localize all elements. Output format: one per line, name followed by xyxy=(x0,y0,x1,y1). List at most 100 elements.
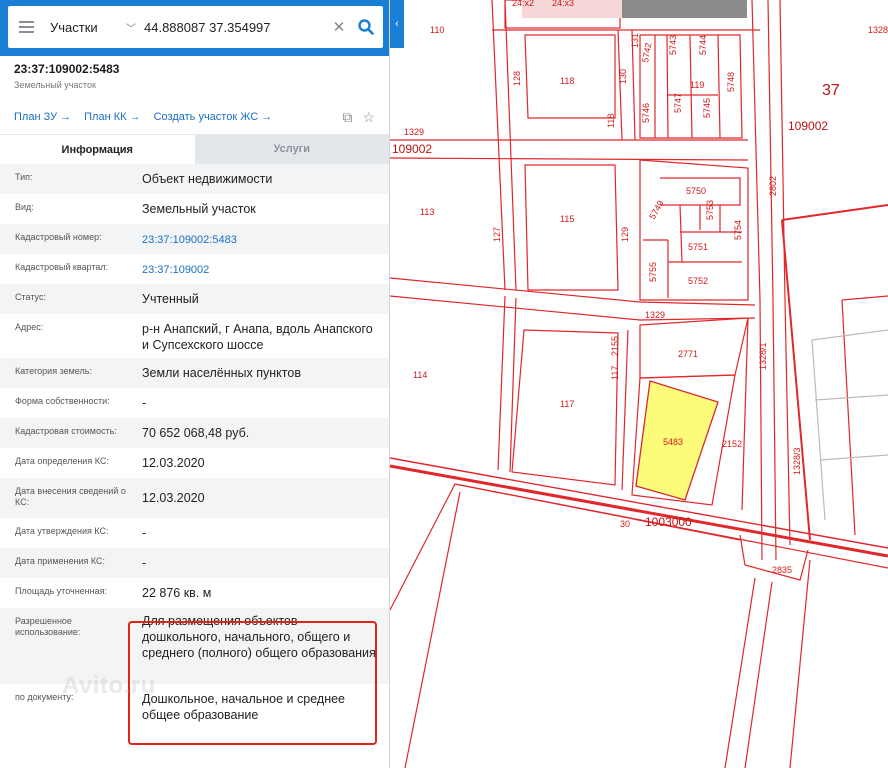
document-search-icon[interactable]: ⧉ xyxy=(342,109,352,126)
tab-services[interactable]: Услуги xyxy=(194,134,389,164)
map-label: 24:x3 xyxy=(552,0,574,8)
map-label: 5754 xyxy=(733,220,743,240)
property-label: Площадь уточненная: xyxy=(15,586,107,596)
map-label: 118 xyxy=(606,114,616,128)
property-label: Дата утверждения КС: xyxy=(15,526,109,536)
map-label: 5743 xyxy=(668,35,678,55)
map-label: 5753 xyxy=(705,200,715,220)
map-label: 1329 xyxy=(645,310,665,320)
map-road-edge xyxy=(744,581,773,768)
action-links: План ЗУ → План КК → Создать участок ЖС →… xyxy=(0,100,389,134)
map-label: 117 xyxy=(560,399,574,409)
map-label: 119 xyxy=(690,80,704,90)
plan-kk-link[interactable]: План КК → xyxy=(84,111,140,123)
property-row: по документу: Дошкольное, начальное и сре… xyxy=(0,684,389,760)
chevron-down-icon: ﹀ xyxy=(126,23,136,35)
property-value: Учтенный xyxy=(142,292,199,306)
map-road-edge xyxy=(497,295,506,471)
map-boundary xyxy=(781,204,888,221)
map-road-edge xyxy=(639,301,756,306)
search-input[interactable] xyxy=(144,6,329,48)
map-road-edge xyxy=(767,0,777,561)
map-label: 1329 xyxy=(404,127,424,137)
map-label: 1328 xyxy=(868,25,888,35)
property-row: Категория земель: Земли населённых пункто… xyxy=(0,358,389,388)
map-parcel[interactable] xyxy=(639,317,749,379)
map-parcel[interactable] xyxy=(524,164,619,291)
property-row: Площадь уточненная: 22 876 кв. м xyxy=(0,578,389,608)
search-icon xyxy=(358,19,374,35)
object-info-panel: Участки ﹀ ✕ 23:37:109002:5483 Земельный … xyxy=(0,0,390,768)
map-label: 5752 xyxy=(688,276,708,286)
search-button[interactable] xyxy=(349,19,383,35)
property-value: Объект недвижимости xyxy=(142,172,273,186)
cadastral-quarter-link[interactable]: 23:37:109002 xyxy=(128,254,389,284)
property-label: Форма собственности: xyxy=(15,396,110,406)
star-icon[interactable]: ☆ xyxy=(362,109,375,126)
map-label: 1003000 xyxy=(645,515,692,529)
property-value: Земли населённых пунктов xyxy=(142,366,301,380)
collapse-panel-button[interactable]: ‹ xyxy=(390,0,404,48)
plan-zu-link[interactable]: План ЗУ → xyxy=(14,111,71,123)
property-row: Вид: Земельный участок xyxy=(0,194,389,224)
clear-icon[interactable]: ✕ xyxy=(329,18,349,36)
map-label: 5751 xyxy=(688,242,708,252)
create-parcel-link[interactable]: Создать участок ЖС → xyxy=(154,111,273,123)
property-row: Кадастровый номер: 23:37:109002:5483 xyxy=(0,224,389,254)
map-boundary xyxy=(617,29,623,141)
map-label: 5744 xyxy=(698,35,708,55)
map-label: 109002 xyxy=(392,142,432,156)
property-value: 12.03.2020 xyxy=(142,491,205,505)
map-label: 131 xyxy=(630,33,640,48)
property-label: Дата определения КС: xyxy=(15,456,109,466)
property-row: Адрес: р-н Анапский, г Анапа, вдоль Анапс… xyxy=(0,314,389,358)
property-value: 22 876 кв. м xyxy=(142,586,212,600)
map-label: 24:x2 xyxy=(512,0,534,8)
map-boundary xyxy=(404,491,461,768)
map-label: 5483 xyxy=(663,437,683,447)
map-label: 113 xyxy=(420,207,434,217)
map-label: 2152 xyxy=(722,439,742,449)
property-label: Дата применения КС: xyxy=(15,556,106,566)
map-boundary xyxy=(679,204,683,263)
property-value: - xyxy=(142,396,147,410)
property-label: Статус: xyxy=(15,292,46,302)
map-label: 110 xyxy=(430,25,444,35)
object-kind: Земельный участок xyxy=(14,80,96,90)
map-building xyxy=(811,339,826,521)
map-label: 5742 xyxy=(640,42,653,63)
property-label: Кадастровая стоимость: xyxy=(15,426,117,436)
property-row: Дата применения КС: - xyxy=(0,548,389,578)
property-row: Дата внесения сведений о КС: 12.03.2020 xyxy=(0,478,389,518)
map-label: 1328/3 xyxy=(792,447,802,475)
map-boundary xyxy=(841,295,888,301)
object-header: 23:37:109002:5483 Земельный участок xyxy=(0,56,389,100)
property-value: - xyxy=(142,556,147,570)
map-label: 114 xyxy=(413,370,427,380)
map-label: 5746 xyxy=(641,103,651,123)
property-row: Разрешенное использование: Для размещения… xyxy=(0,608,389,684)
tab-bar: Информация Услуги xyxy=(0,134,389,164)
map-label: 128 xyxy=(512,71,522,86)
property-row: Статус: Учтенный xyxy=(0,284,389,314)
cadastral-number-link[interactable]: 23:37:109002:5483 xyxy=(128,224,389,254)
map-parcel[interactable] xyxy=(389,483,741,611)
layer-select[interactable]: Участки ﹀ xyxy=(44,6,144,48)
menu-icon[interactable] xyxy=(8,6,44,48)
property-label: Кадастровый номер: xyxy=(15,232,102,242)
map-road-edge xyxy=(509,297,517,473)
map-label: 129 xyxy=(620,227,630,242)
property-value: Земельный участок xyxy=(142,202,256,216)
map-label: 130 xyxy=(618,69,628,84)
map-label: 117 xyxy=(610,366,620,380)
map-road-edge xyxy=(779,0,791,546)
tab-info[interactable]: Информация xyxy=(0,134,195,164)
map-road-edge xyxy=(724,577,756,768)
map-label: 115 xyxy=(560,214,574,224)
layer-select-value: Участки xyxy=(50,19,98,35)
property-row: Форма собственности: - xyxy=(0,388,389,418)
map-road-edge xyxy=(751,0,763,561)
search-bar: Участки ﹀ ✕ xyxy=(0,0,389,56)
map-label: 30 xyxy=(620,519,630,529)
property-row: Тип: Объект недвижимости xyxy=(0,164,389,194)
